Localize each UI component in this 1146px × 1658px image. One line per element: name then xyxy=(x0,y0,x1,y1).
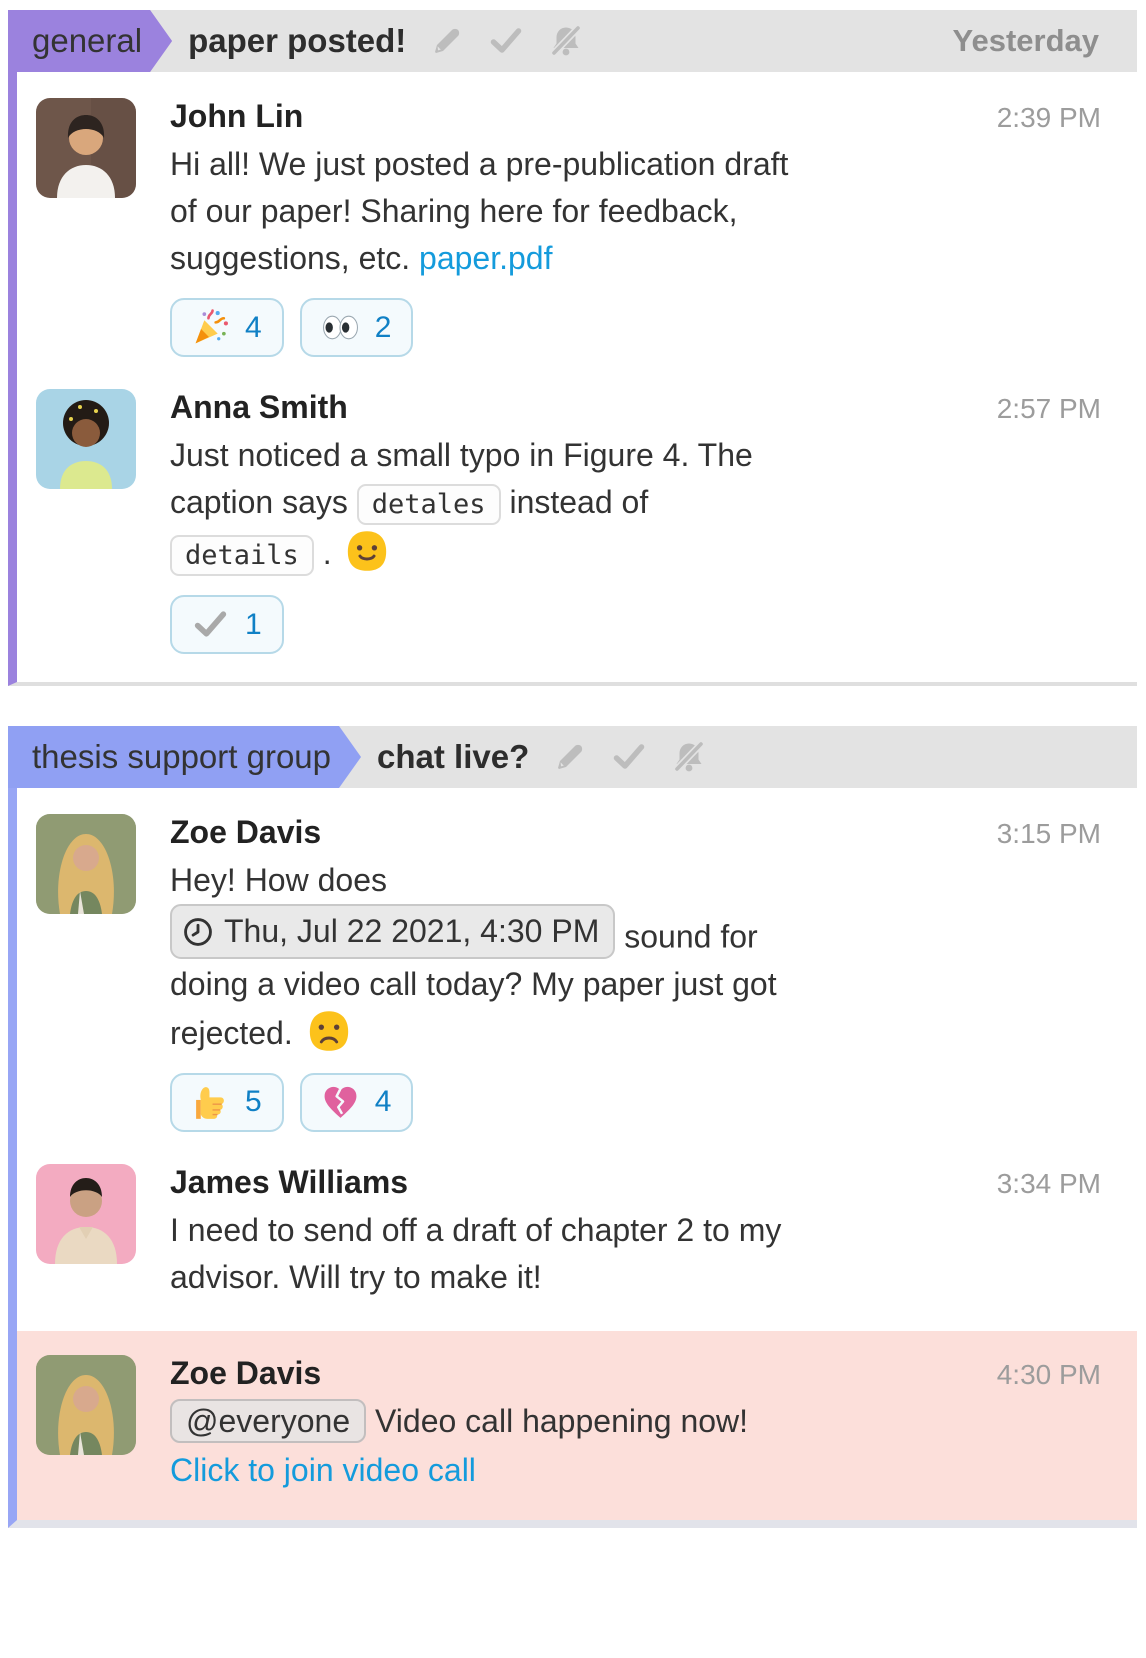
message-body: Video call happening now! xyxy=(366,1403,748,1439)
avatar[interactable] xyxy=(36,814,136,914)
message-body: instead of xyxy=(501,484,649,520)
header-spacer xyxy=(584,10,952,72)
message-text: @everyone Video call happening now! Click… xyxy=(170,1398,1101,1494)
edit-pencil-icon[interactable] xyxy=(428,23,464,59)
message-john-lin: John Lin 2:39 PM Hi all! We just posted … xyxy=(17,72,1137,363)
paper-pdf-link[interactable]: paper.pdf xyxy=(419,240,552,276)
message-body: . xyxy=(314,535,341,571)
topic-title: paper posted! xyxy=(188,10,406,72)
reaction-broken-heart[interactable]: 4 xyxy=(300,1073,414,1132)
message-content: Anna Smith 2:57 PM Just noticed a small … xyxy=(170,389,1101,654)
mute-bell-slash-icon[interactable] xyxy=(671,739,707,775)
avatar[interactable] xyxy=(36,1164,136,1264)
eyes-icon xyxy=(322,309,359,346)
topic-actions xyxy=(551,726,707,788)
message-text: Hey! How does Thu, Jul 22 2021, 4:30 PM … xyxy=(170,857,1101,1057)
time-widget-label: Thu, Jul 22 2021, 4:30 PM xyxy=(224,908,599,955)
stream-name: thesis support group xyxy=(32,738,331,776)
message-content: Zoe Davis 3:15 PM Hey! How does Thu, Jul… xyxy=(170,814,1101,1132)
message-content: Zoe Davis 4:30 PM @everyone Video call h… xyxy=(170,1355,1101,1494)
reactions-row: 4 2 xyxy=(170,298,1101,357)
reaction-count: 4 xyxy=(375,1085,392,1119)
message-zoe-davis-2-highlighted: Zoe Davis 4:30 PM @everyone Video call h… xyxy=(17,1331,1137,1520)
message-content: John Lin 2:39 PM Hi all! We just posted … xyxy=(170,98,1101,357)
reaction-eyes[interactable]: 2 xyxy=(300,298,414,357)
sender-name[interactable]: Zoe Davis xyxy=(170,814,321,851)
stream-name: general xyxy=(32,22,142,60)
avatar[interactable] xyxy=(36,98,136,198)
stream-label-thesis-support-group[interactable]: thesis support group xyxy=(8,726,361,788)
message-timestamp: 3:15 PM xyxy=(997,818,1101,850)
reaction-check[interactable]: 1 xyxy=(170,595,284,654)
reactions-row: 1 xyxy=(170,595,1101,654)
reaction-tada[interactable]: 4 xyxy=(170,298,284,357)
disappointed-emoji xyxy=(306,1008,352,1054)
broken-heart-icon xyxy=(322,1084,359,1121)
stream-label-general[interactable]: general xyxy=(8,10,172,72)
reaction-count: 4 xyxy=(245,311,262,345)
slight-smile-emoji xyxy=(344,528,390,574)
message-list: John Lin 2:39 PM Hi all! We just posted … xyxy=(8,72,1137,686)
avatar[interactable] xyxy=(36,1355,136,1455)
header-date: Yesterday xyxy=(953,10,1100,72)
topic-title: chat live? xyxy=(377,726,529,788)
everyone-mention-pill: @everyone xyxy=(170,1399,366,1443)
reaction-count: 1 xyxy=(245,608,262,642)
topic-actions xyxy=(428,10,584,72)
message-text: Just noticed a small typo in Figure 4. T… xyxy=(170,432,1101,579)
sender-name[interactable]: Anna Smith xyxy=(170,389,348,426)
message-body: Hey! How does xyxy=(170,862,387,898)
reactions-row: 5 4 xyxy=(170,1073,1101,1132)
message-content: James Williams 3:34 PM I need to send of… xyxy=(170,1164,1101,1301)
conversation-card-general: general paper posted! Yesterday John Lin… xyxy=(8,10,1137,686)
thumbs-up-icon xyxy=(192,1084,229,1121)
join-video-call-link[interactable]: Click to join video call xyxy=(170,1447,1101,1494)
sender-name[interactable]: Zoe Davis xyxy=(170,1355,321,1392)
avatar[interactable] xyxy=(36,389,136,489)
message-timestamp: 2:57 PM xyxy=(997,393,1101,425)
sender-name[interactable]: John Lin xyxy=(170,98,303,135)
message-list: Zoe Davis 3:15 PM Hey! How does Thu, Jul… xyxy=(8,788,1137,1528)
resolve-check-icon[interactable] xyxy=(488,23,524,59)
check-mark-icon xyxy=(192,606,229,643)
conversation-card-thesis-support-group: thesis support group chat live? Zoe Davi… xyxy=(8,726,1137,1528)
topic-header: general paper posted! Yesterday xyxy=(8,10,1137,72)
message-anna-smith: Anna Smith 2:57 PM Just noticed a small … xyxy=(17,363,1137,682)
clock-icon xyxy=(182,916,214,948)
header-spacer xyxy=(707,726,1137,788)
message-zoe-davis-1: Zoe Davis 3:15 PM Hey! How does Thu, Jul… xyxy=(17,788,1137,1138)
resolve-check-icon[interactable] xyxy=(611,739,647,775)
message-timestamp: 3:34 PM xyxy=(997,1168,1101,1200)
time-widget: Thu, Jul 22 2021, 4:30 PM xyxy=(170,904,615,959)
message-timestamp: 2:39 PM xyxy=(997,102,1101,134)
message-text: Hi all! We just posted a pre-publication… xyxy=(170,141,1101,282)
card-gap xyxy=(0,686,1146,716)
message-timestamp: 4:30 PM xyxy=(997,1359,1101,1391)
sender-name[interactable]: James Williams xyxy=(170,1164,408,1201)
mute-bell-slash-icon[interactable] xyxy=(548,23,584,59)
tada-icon xyxy=(192,309,229,346)
message-james-williams: James Williams 3:34 PM I need to send of… xyxy=(17,1138,1137,1331)
code-span: details xyxy=(170,535,314,576)
reaction-count: 2 xyxy=(375,311,392,345)
reaction-thumbs-up[interactable]: 5 xyxy=(170,1073,284,1132)
reaction-count: 5 xyxy=(245,1085,262,1119)
message-body: I need to send off a draft of chapter 2 … xyxy=(170,1212,781,1295)
code-span: detales xyxy=(357,484,501,525)
message-text: I need to send off a draft of chapter 2 … xyxy=(170,1207,1101,1301)
edit-pencil-icon[interactable] xyxy=(551,739,587,775)
topic-header: thesis support group chat live? xyxy=(8,726,1137,788)
